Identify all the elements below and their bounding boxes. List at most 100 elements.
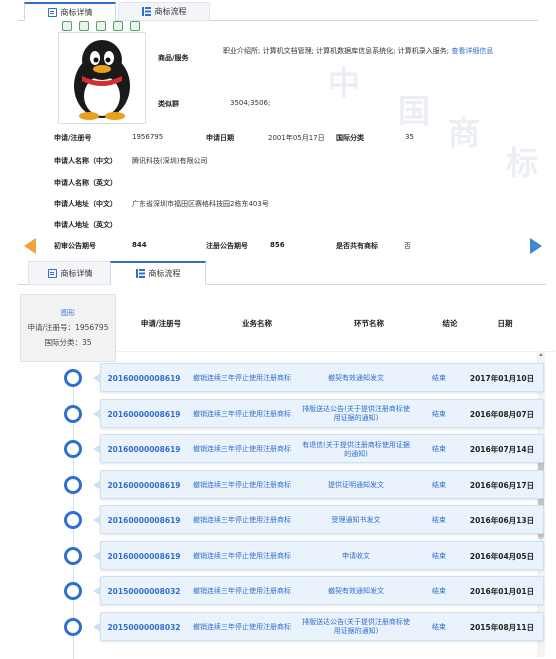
tab-trademark-detail[interactable]: 商标详情 — [24, 2, 116, 21]
result-cell: 结束 — [432, 445, 446, 453]
column-header: 申请/注册号 — [140, 319, 182, 328]
shared-mark-value: 否 — [404, 242, 411, 250]
reg-pub-no-value: 856 — [270, 241, 285, 249]
step-name-cell[interactable]: 撤契有效通知发文 — [301, 364, 411, 393]
date-cell: 2016年04月05日 — [469, 551, 535, 561]
step-name-cell[interactable]: 有退信(关于提供注册商标使用证据的通知) — [301, 435, 411, 464]
trademark-summary-card: 图形 申请/注册号：1956795 国际分类：35 — [20, 294, 116, 362]
flow-row[interactable]: 20160000008619 撤销连续三年停止使用注册商标 有退信(关于提供注册商标… — [93, 434, 544, 464]
timeline-node-icon — [64, 475, 82, 494]
flow-row[interactable]: 20160000008619 撤销连续三年停止使用注册商标 排版送达公告(关于提供注… — [93, 398, 544, 429]
document-icon — [47, 7, 57, 17]
prev-arrow-icon[interactable] — [24, 238, 36, 254]
flow-row[interactable]: 20150000008032 撤销连续三年停止使用注册商标 撤契有效通知发文 结束 20… — [93, 576, 544, 606]
business-name-cell[interactable]: 撤销连续三年停止使用注册商标 — [187, 577, 297, 606]
tab-trademark-detail[interactable]: 商标详情 — [28, 261, 112, 285]
step-name-cell[interactable]: 申请收文 — [301, 542, 411, 571]
business-name-cell[interactable]: 撤销连续三年停止使用注册商标 — [187, 613, 297, 642]
trademark-detail-panel: 商标详情 商标流程 中 国 商 标 商品/服务 职业介绍所; 计算机文档管理; … — [18, 0, 538, 252]
business-name-cell[interactable]: 撤销连续三年停止使用注册商标 — [187, 435, 297, 464]
tab-label: 商标详情 — [60, 7, 93, 17]
flow-row[interactable]: 20160000008619 撤销连续三年停止使用注册商标 提供证明通知发文 结束 20… — [93, 469, 544, 500]
expand-icon[interactable] — [79, 21, 89, 31]
column-header: 结论 — [442, 319, 458, 328]
settings-icon[interactable] — [130, 21, 140, 31]
goods-services-label: 商品/服务 — [158, 54, 189, 62]
image-toolbar — [62, 21, 140, 31]
step-name-cell[interactable]: 撤契有效通知发文 — [301, 577, 411, 606]
result-cell: 结束 — [432, 374, 446, 382]
goods-services-text: 职业介绍所; 计算机文档管理; 计算机数据库信息系统化; 计算机录入服务; — [223, 47, 450, 55]
app-no-cell: 20160000008619 — [107, 516, 181, 525]
flow-tab-bar: 商标详情 商标流程 — [18, 259, 546, 285]
reg-no-text: 申请/注册号：1956795 — [27, 323, 109, 332]
step-name-cell[interactable]: 排版送达公告(关于提供注册商标使用证据的通知) — [301, 400, 411, 429]
date-cell: 2016年06月13日 — [469, 516, 535, 525]
view-more-link[interactable]: 查看详细信息 — [451, 47, 493, 55]
reg-pub-no-label: 注册公告期号 — [206, 242, 248, 250]
result-cell: 结束 — [432, 480, 446, 489]
tab-trademark-flow[interactable]: 商标流程 — [118, 2, 210, 21]
tab-trademark-flow[interactable]: 商标流程 — [110, 261, 206, 285]
date-cell: 2016年08月07日 — [469, 409, 535, 419]
next-arrow-icon[interactable] — [530, 238, 542, 254]
business-name-cell[interactable]: 撤销连续三年停止使用注册商标 — [187, 542, 297, 571]
step-name-cell[interactable]: 受理通知书发文 — [301, 506, 411, 535]
address-cn-label: 申请人地址（中文） — [54, 200, 117, 208]
prelim-pub-no-value: 844 — [132, 241, 147, 249]
business-name-cell[interactable]: 撤销连续三年停止使用注册商标 — [187, 364, 297, 393]
tab-label: 商标详情 — [60, 268, 93, 278]
apply-date-value: 2001年05月17日 — [268, 134, 325, 142]
date-cell: 2015年08月11日 — [469, 622, 535, 632]
document-icon — [47, 268, 57, 278]
prelim-pub-no-label: 初审公告期号 — [54, 242, 96, 250]
timeline-node-icon — [64, 440, 82, 458]
date-cell: 2016年07月14日 — [469, 445, 535, 454]
business-name-cell[interactable]: 撤销连续三年停止使用注册商标 — [187, 400, 297, 429]
app-no-cell: 20160000008619 — [107, 374, 181, 383]
timeline-node-icon — [64, 582, 82, 600]
list-icon — [141, 7, 151, 16]
flow-row[interactable]: 20160000008619 撤销连续三年停止使用注册商标 申请收文 结束 2016年0… — [93, 540, 544, 571]
timeline-node-icon — [64, 369, 82, 387]
result-cell: 结束 — [432, 516, 446, 524]
result-cell: 结束 — [432, 551, 446, 560]
reg-no-value: 1956795 — [132, 133, 164, 141]
app-no-cell: 20160000008619 — [107, 445, 181, 454]
watermark-char: 国 — [398, 92, 431, 130]
tab-label: 商标流程 — [148, 269, 181, 278]
app-no-cell: 20160000008619 — [107, 409, 181, 419]
download-icon[interactable] — [62, 21, 72, 31]
date-cell: 2017年01月10日 — [469, 374, 535, 383]
scroll-up-icon[interactable] — [539, 353, 543, 356]
trademark-image[interactable] — [58, 32, 146, 124]
flow-row[interactable]: 20160000008619 撤销连续三年停止使用注册商标 撤契有效通知发文 结束 20… — [93, 363, 544, 393]
detail-tab-bar: 商标详情 商标流程 — [18, 0, 538, 21]
image-link[interactable]: 图形 — [61, 308, 75, 318]
apply-date-label: 申请日期 — [206, 134, 234, 142]
intl-class-label: 国际分类 — [336, 134, 364, 142]
watermark-char: 商 — [448, 114, 481, 152]
column-header: 日期 — [497, 319, 513, 328]
step-name-cell[interactable]: 排版送达公告(关于提供注册商标使用证据的通知) — [301, 613, 411, 642]
similar-group-label: 类似群 — [158, 100, 179, 108]
watermark-char: 中 — [328, 64, 361, 102]
business-name-cell[interactable]: 撤销连续三年停止使用注册商标 — [187, 471, 297, 500]
app-no-cell: 20150000008032 — [107, 587, 181, 596]
business-name-cell[interactable]: 撤销连续三年停止使用注册商标 — [187, 506, 297, 535]
list-icon — [135, 269, 145, 278]
intl-class-value: 35 — [405, 133, 414, 141]
result-cell: 结束 — [432, 587, 446, 595]
share-icon[interactable] — [113, 21, 123, 31]
tab-label: 商标流程 — [154, 7, 187, 16]
step-name-cell[interactable]: 提供证明通知发文 — [301, 471, 411, 500]
timeline-node-icon — [64, 617, 82, 636]
reg-no-label: 申请/注册号 — [54, 134, 92, 142]
address-en-label: 申请人地址（英文） — [54, 221, 117, 229]
image-icon[interactable] — [96, 21, 106, 31]
flow-row[interactable]: 20160000008619 撤销连续三年停止使用注册商标 受理通知书发文 结束 201… — [93, 505, 544, 535]
trademark-flow-panel: 商标详情 商标流程 图形 申请/注册号：1956795 国际分类：35 申请/注… — [18, 259, 555, 659]
column-header: 环节名称 — [354, 319, 384, 328]
flow-row[interactable]: 20150000008032 撤销连续三年停止使用注册商标 排版送达公告(关于提供注… — [93, 611, 544, 642]
column-header: 业务名称 — [242, 319, 272, 328]
